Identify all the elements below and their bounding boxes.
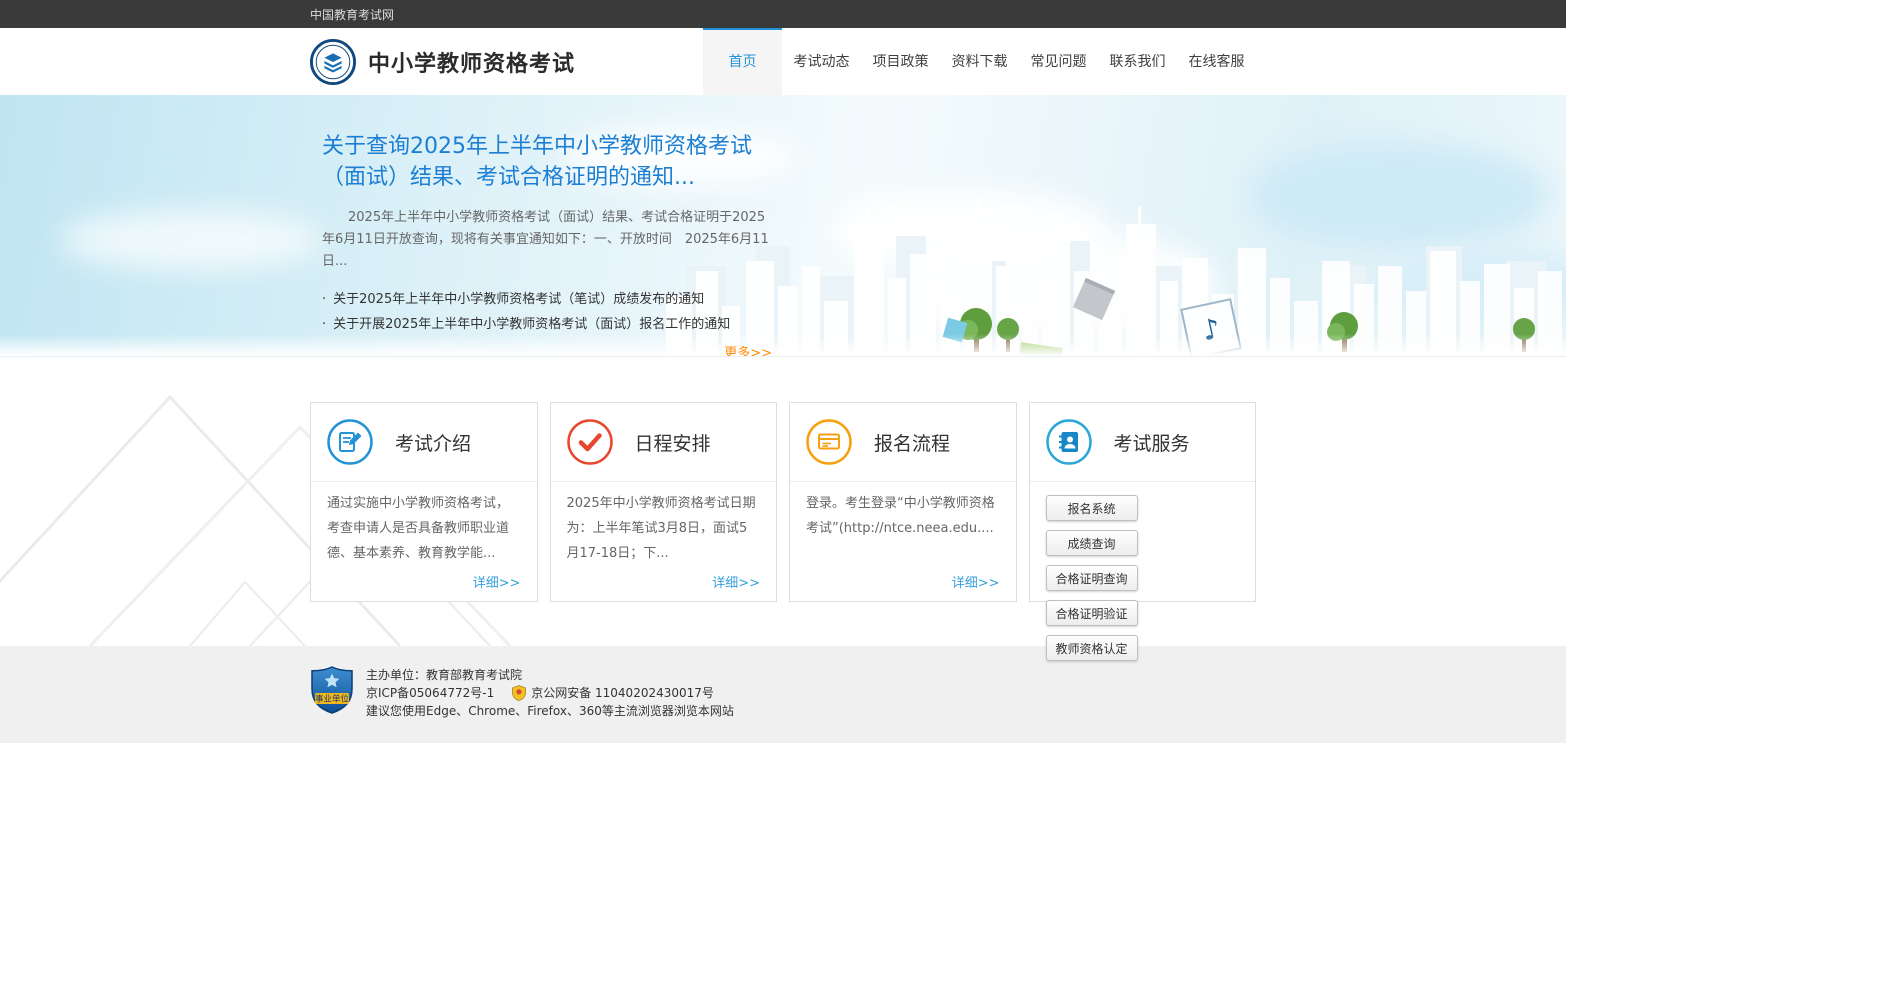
music-note-cube-icon xyxy=(1180,298,1242,356)
card-text: 登录。考生登录“中小学教师资格考试”(http://ntce.neea.edu.… xyxy=(806,496,995,536)
main-nav: 首页 考试动态 项目政策 资料下载 常见问题 联系我们 在线客服 xyxy=(703,28,1256,95)
footer-text: 主办单位：教育部教育考试院 京ICP备05064772号-1 京公网安备 110… xyxy=(366,666,734,720)
police-badge-icon xyxy=(512,685,527,701)
banner-news-list: 关于2025年上半年中小学教师资格考试（笔试）成绩发布的通知 关于开展2025年… xyxy=(322,287,792,337)
icp-link[interactable]: 京ICP备05064772号-1 xyxy=(366,684,494,702)
topbar-site-link[interactable]: 中国教育考试网 xyxy=(310,8,394,22)
banner-content: 关于查询2025年上半年中小学教师资格考试（面试）结果、考试合格证明的通知...… xyxy=(322,131,792,356)
site-logo-icon xyxy=(310,38,356,85)
hero-banner: 关于查询2025年上半年中小学教师资格考试（面试）结果、考试合格证明的通知...… xyxy=(0,95,1566,357)
header: 中小学教师资格考试 首页 考试动态 项目政策 资料下载 常见问题 联系我们 在线… xyxy=(0,28,1566,95)
topbar: 中国教育考试网 xyxy=(0,0,1566,28)
service-button-registration[interactable]: 报名系统 xyxy=(1045,495,1138,521)
badge-label: 事业单位 xyxy=(315,694,350,705)
detail-link[interactable]: 详细>> xyxy=(473,572,521,591)
detail-link[interactable]: 详细>> xyxy=(952,572,1000,591)
main-section: 考试介绍 通过实施中小学教师资格考试，考查申请人是否具备教师职业道德、基本素养、… xyxy=(0,357,1566,661)
institution-shield-icon: 事业单位 xyxy=(310,666,354,720)
contact-book-icon xyxy=(1045,419,1092,465)
cloud-decoration xyxy=(60,210,320,270)
browser-tip: 建议您使用Edge、Chrome、Firefox、360等主流浏览器浏览本网站 xyxy=(366,704,734,718)
banner-notice-title[interactable]: 关于查询2025年上半年中小学教师资格考试（面试）结果、考试合格证明的通知... xyxy=(322,131,792,193)
footer: 事业单位 主办单位：教育部教育考试院 京ICP备05064772号-1 京公网安… xyxy=(0,646,1566,743)
news-item[interactable]: 关于开展2025年上半年中小学教师资格考试（面试）报名工作的通知 xyxy=(322,312,792,337)
banner-notice-summary: 2025年上半年中小学教师资格考试（面试）结果、考试合格证明于2025年6月11… xyxy=(322,210,769,269)
card-title: 考试介绍 xyxy=(395,432,472,455)
nav-item-faq[interactable]: 常见问题 xyxy=(1019,28,1098,95)
site-title: 中小学教师资格考试 xyxy=(368,51,576,77)
footer-organizer: 主办单位：教育部教育考试院 xyxy=(366,668,523,682)
card-text: 通过实施中小学教师资格考试，考查申请人是否具备教师职业道德、基本素养、教育教学能… xyxy=(327,496,510,561)
service-button-certificate-query[interactable]: 合格证明查询 xyxy=(1045,565,1138,591)
service-button-certificate-verify[interactable]: 合格证明验证 xyxy=(1045,600,1138,626)
cards-row: 考试介绍 通过实施中小学教师资格考试，考查申请人是否具备教师职业道德、基本素养、… xyxy=(310,357,1256,661)
decor-cube xyxy=(1015,342,1063,356)
card-text: 2025年中小学教师资格考试日期为：上半年笔试3月8日，面试5月17-18日；下… xyxy=(566,496,756,561)
service-button-score-query[interactable]: 成绩查询 xyxy=(1045,530,1138,556)
nav-item-downloads[interactable]: 资料下载 xyxy=(940,28,1019,95)
city-skyline-illustration xyxy=(666,198,1566,356)
card-title: 报名流程 xyxy=(874,432,951,455)
detail-link[interactable]: 详细>> xyxy=(712,572,760,591)
nav-item-home[interactable]: 首页 xyxy=(703,28,782,95)
nav-item-online-service[interactable]: 在线客服 xyxy=(1177,28,1256,95)
nav-item-contact[interactable]: 联系我们 xyxy=(1098,28,1177,95)
nav-item-exam-news[interactable]: 考试动态 xyxy=(782,28,861,95)
card-title: 考试服务 xyxy=(1113,432,1190,455)
id-card-icon xyxy=(806,419,852,465)
brand[interactable]: 中小学教师资格考试 xyxy=(310,28,575,95)
news-item[interactable]: 关于2025年上半年中小学教师资格考试（笔试）成绩发布的通知 xyxy=(322,287,792,312)
card-exam-intro: 考试介绍 通过实施中小学教师资格考试，考查申请人是否具备教师职业道德、基本素养、… xyxy=(310,402,538,602)
card-exam-services: 考试服务 报名系统 成绩查询 合格证明查询 合格证明验证 教师资格认定 xyxy=(1028,402,1256,661)
decor-cube xyxy=(942,317,968,343)
page-viewport: 中国教育考试网 中小学教师资格考试 首页 考试动态 项目政策 资料下载 常见问题… xyxy=(0,0,1566,743)
checkmark-icon xyxy=(566,419,613,465)
police-record-link[interactable]: 京公网安备 11040202430017号 xyxy=(531,684,714,702)
service-buttons: 报名系统 成绩查询 合格证明查询 合格证明验证 教师资格认定 xyxy=(1030,482,1256,661)
card-title: 日程安排 xyxy=(634,432,711,455)
pencil-paper-icon xyxy=(327,419,373,465)
more-link[interactable]: 更多>> xyxy=(322,342,772,356)
nav-item-policies[interactable]: 项目政策 xyxy=(861,28,940,95)
card-registration-process: 报名流程 登录。考生登录“中小学教师资格考试”(http://ntce.neea… xyxy=(789,402,1017,602)
service-button-teacher-certification[interactable]: 教师资格认定 xyxy=(1045,635,1138,661)
card-schedule: 日程安排 2025年中小学教师资格考试日期为：上半年笔试3月8日，面试5月17-… xyxy=(549,402,777,602)
